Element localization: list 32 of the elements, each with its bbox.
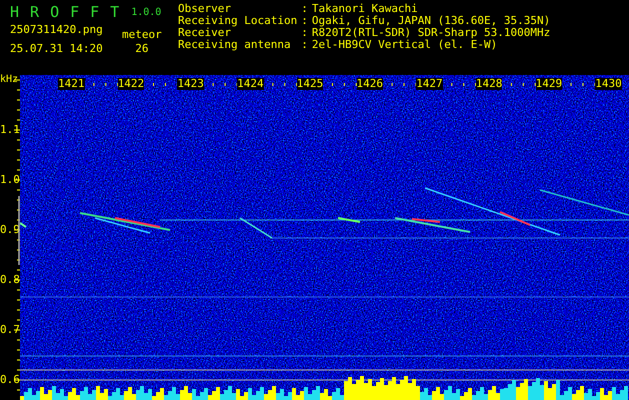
info-label: Receiving Location <box>178 15 298 27</box>
axis-label: 0.7 <box>0 324 20 336</box>
axis-label: 1427 <box>416 78 443 90</box>
axis-label: 1428 <box>476 78 502 90</box>
info-label: Receiving antenna <box>178 39 292 51</box>
axis-label: 1423 <box>177 78 204 90</box>
info-separator: : <box>301 27 308 39</box>
version-label: 1.0.0 <box>131 6 162 20</box>
axis-label: 0.6 <box>0 374 20 386</box>
info-label: Receiver <box>178 27 231 39</box>
axis-label: 1421 <box>58 78 84 90</box>
axis-label: 1430 <box>595 78 622 90</box>
axis-label: 1426 <box>356 78 383 90</box>
count-value: 26 <box>135 42 148 56</box>
date-time: 25.07.31 14:20 <box>10 42 104 56</box>
info-value: Takanori Kawachi <box>312 3 419 15</box>
app-title: H R O F F T <box>10 3 120 21</box>
axis-label: 1425 <box>296 78 324 90</box>
axis-label: 1424 <box>237 78 264 90</box>
info-separator: : <box>301 3 308 15</box>
axis-unit: kHz <box>0 75 18 85</box>
info-separator: : <box>301 15 308 27</box>
info-value: Ogaki, Gifu, JAPAN (136.60E, 35.35N) <box>312 15 550 27</box>
info-separator: : <box>301 39 308 51</box>
axis-label: 1.1 <box>0 124 20 136</box>
info-label: Observer <box>178 3 232 15</box>
info-value: R820T2(RTL-SDR) SDR-Sharp 53.1000MHz <box>312 27 550 39</box>
file-name: 2507311420.png <box>10 23 104 37</box>
info-value: 2el-HB9CV Vertical (el. E-W) <box>312 39 498 51</box>
axis-label: 1429 <box>536 78 562 90</box>
count-label: meteor <box>122 28 162 42</box>
axis-label: 1422 <box>118 78 144 90</box>
